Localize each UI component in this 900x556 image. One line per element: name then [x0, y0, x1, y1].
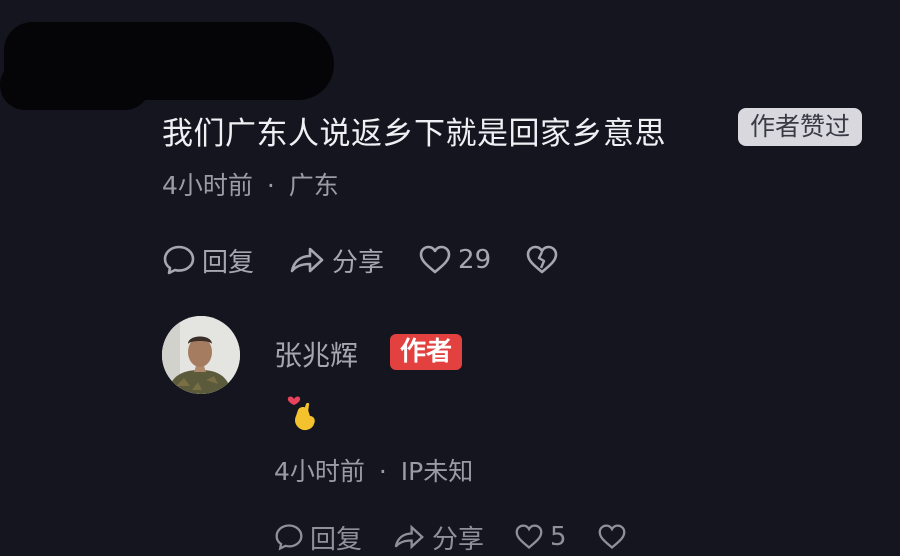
comment-location: 广东	[288, 171, 339, 200]
finger-heart-emoji-icon	[284, 390, 324, 434]
reply-actions: 回复 分享 5	[274, 522, 663, 555]
author-badge: 作者	[390, 334, 463, 370]
share-button[interactable]: 分享	[288, 242, 384, 279]
redacted-avatar	[0, 60, 150, 110]
reply-reply-button[interactable]: 回复	[274, 519, 362, 556]
dislike-button[interactable]	[525, 244, 565, 276]
like-count: 5	[550, 522, 567, 552]
comment-text: 我们广东人说返乡下就是回家乡意思	[162, 116, 666, 152]
like-count: 29	[458, 245, 492, 275]
like-button[interactable]: 29	[418, 244, 491, 276]
share-label: 分享	[432, 524, 485, 555]
comment-bubble-icon	[163, 245, 195, 275]
broken-heart-icon	[526, 245, 558, 274]
reply-time: 4小时前	[274, 457, 365, 486]
reply-share-button[interactable]: 分享	[392, 519, 484, 556]
reply-meta: 4小时前 · IP未知	[274, 452, 473, 488]
reply-like-button[interactable]: 5	[514, 522, 567, 552]
comment-time: 4小时前	[162, 171, 253, 200]
share-label: 分享	[332, 247, 385, 278]
reply-label: 回复	[310, 524, 363, 555]
share-arrow-icon	[394, 524, 424, 550]
comment-actions: 回复 分享 29	[162, 240, 599, 280]
broken-heart-icon	[598, 524, 625, 549]
reply-location: IP未知	[400, 457, 474, 486]
meta-separator: ·	[266, 171, 275, 200]
comment-meta: 4小时前 · 广东	[162, 166, 339, 202]
meta-separator: ·	[378, 457, 387, 486]
author-avatar-image	[162, 316, 240, 394]
share-arrow-icon	[290, 247, 324, 273]
heart-icon	[515, 524, 543, 549]
heart-icon	[419, 245, 451, 274]
author-liked-badge: 作者赞过	[738, 108, 863, 146]
reply-username[interactable]: 张兆辉	[274, 334, 358, 374]
comment-bubble-icon	[275, 524, 303, 551]
avatar[interactable]	[162, 316, 240, 394]
reply-dislike-button[interactable]	[597, 523, 633, 551]
reply-label: 回复	[202, 247, 255, 278]
reply-button[interactable]: 回复	[162, 242, 254, 279]
